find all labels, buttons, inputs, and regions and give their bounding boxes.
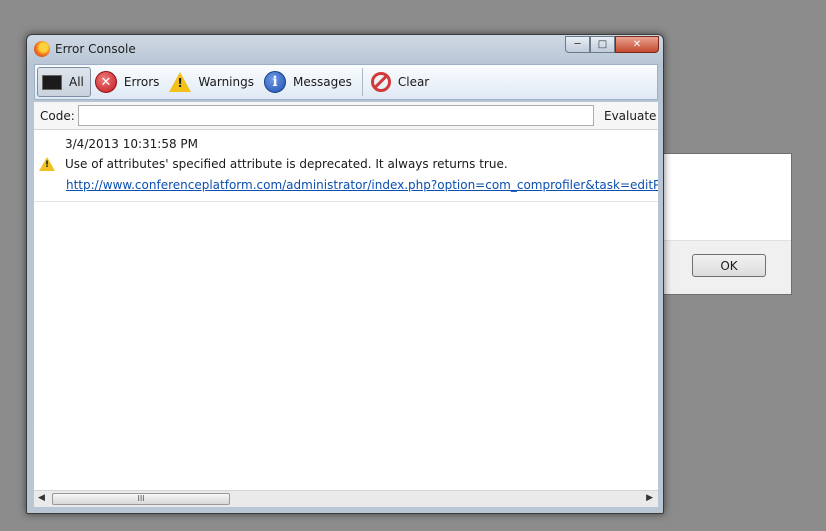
all-button[interactable]: All	[37, 67, 91, 97]
close-button[interactable]: ✕	[615, 36, 659, 53]
error-icon: ✕	[94, 71, 117, 93]
code-label: Code:	[40, 109, 75, 123]
code-row: Code: Evaluate	[34, 102, 658, 130]
minimize-icon: ─	[574, 39, 581, 50]
console-toolbar: All ✕ Errors ! Warnings i Messages Clear	[34, 64, 658, 100]
minimize-button[interactable]: ─	[565, 36, 590, 53]
warnings-button[interactable]: ! Warnings	[165, 67, 260, 97]
toolbar-separator	[361, 68, 363, 96]
warnings-label: Warnings	[198, 75, 254, 89]
error-console-window: Error Console ─ □ ✕ All ✕ Errors ! Warni…	[26, 34, 664, 514]
maximize-icon: □	[597, 39, 608, 50]
firefox-icon	[34, 41, 50, 57]
close-icon: ✕	[632, 39, 642, 50]
clear-label: Clear	[397, 75, 430, 89]
clear-button[interactable]: Clear	[367, 67, 435, 97]
maximize-button[interactable]: □	[590, 36, 615, 53]
info-icon: i	[264, 71, 286, 93]
entry-source-link[interactable]: http://www.conferenceplatform.com/admini…	[66, 178, 658, 192]
window-title: Error Console	[55, 42, 136, 56]
clear-icon	[370, 72, 391, 92]
scroll-right-arrow-icon[interactable]: ▶	[646, 493, 653, 503]
title-bar[interactable]: Error Console ─ □ ✕	[27, 35, 663, 63]
messages-button[interactable]: i Messages	[260, 67, 358, 97]
caption-buttons: ─ □ ✕	[565, 36, 659, 53]
evaluate-button[interactable]: Evaluate	[604, 109, 656, 123]
background-alert-dialog: OK	[662, 153, 792, 295]
console-entry[interactable]: 3/4/2013 10:31:58 PM ! Use of attributes…	[34, 130, 658, 202]
all-label: All	[69, 75, 84, 89]
console-icon	[42, 74, 62, 90]
entry-timestamp: 3/4/2013 10:31:58 PM	[65, 137, 199, 151]
errors-button[interactable]: ✕ Errors	[91, 67, 166, 97]
errors-label: Errors	[123, 75, 160, 89]
entry-message: Use of attributes' specified attribute i…	[65, 157, 508, 171]
code-input[interactable]	[78, 105, 594, 126]
messages-label: Messages	[293, 75, 352, 89]
console-messages-list[interactable]: 3/4/2013 10:31:58 PM ! Use of attributes…	[34, 130, 658, 490]
ok-button[interactable]: OK	[692, 254, 766, 277]
warning-icon: !	[169, 72, 192, 92]
scrollbar-thumb[interactable]: III	[52, 493, 230, 505]
scroll-left-arrow-icon[interactable]: ◀	[38, 493, 45, 503]
warning-icon: !	[39, 157, 55, 171]
horizontal-scrollbar[interactable]: ◀ III ▶	[34, 490, 658, 507]
